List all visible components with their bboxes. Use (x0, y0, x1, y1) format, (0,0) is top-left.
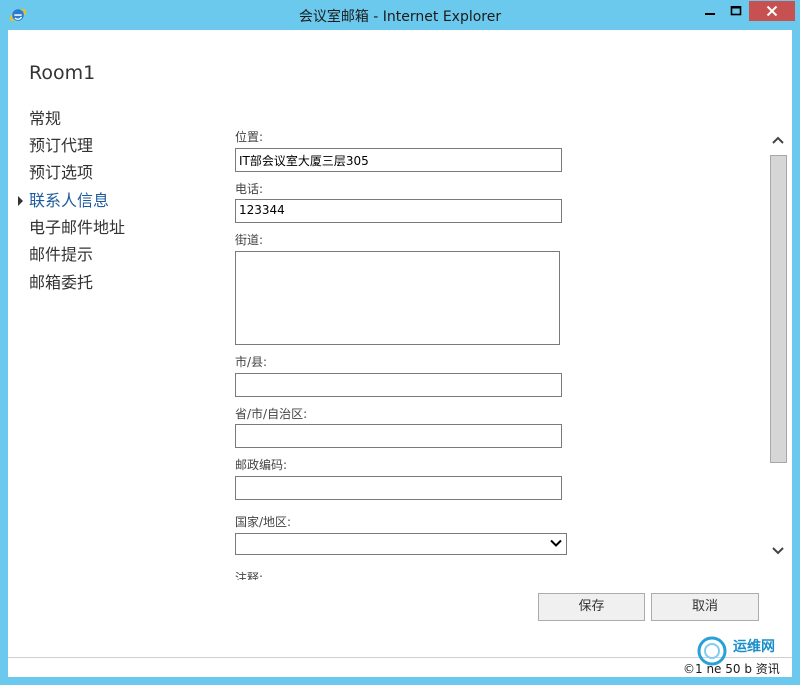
content-area: Room1 常规 预订代理 预订选项 联系人信息 电子邮件地址 邮件提示 邮箱委… (8, 30, 792, 657)
title-bar: 会议室邮箱 - Internet Explorer (0, 0, 800, 30)
close-button[interactable] (749, 1, 795, 21)
minimize-button[interactable] (697, 1, 723, 21)
location-input[interactable]: IT部会议室大厦三层305 (235, 148, 562, 172)
notes-label: 注释: (235, 571, 264, 580)
postal-label: 邮政编码: (235, 458, 288, 472)
close-icon (766, 5, 778, 17)
maximize-button[interactable] (723, 1, 749, 21)
watermark-title: 运维网 (733, 639, 775, 655)
chevron-down-icon (550, 539, 562, 547)
watermark-subtitle: ©1 ne 50 b 资讯 (683, 662, 780, 676)
minimize-icon (705, 13, 715, 15)
contact-form: 位置: IT部会议室大厦三层305 电话: 123344 街道: 市/县: 省/… (8, 120, 768, 580)
watermark: 运维网 ©1 ne 50 b 资讯 (683, 632, 798, 682)
scroll-up-icon[interactable] (771, 135, 785, 145)
country-label: 国家/地区: (235, 515, 292, 529)
city-input[interactable] (235, 373, 562, 397)
page-title: Room1 (29, 62, 96, 84)
phone-input[interactable]: 123344 (235, 199, 562, 223)
window-title: 会议室邮箱 - Internet Explorer (298, 9, 502, 25)
cancel-button[interactable]: 取消 (651, 593, 759, 621)
province-input[interactable] (235, 424, 562, 448)
scrollbar-thumb[interactable] (770, 155, 787, 463)
phone-label: 电话: (235, 182, 264, 196)
province-label: 省/市/自治区: (235, 407, 308, 421)
country-select[interactable] (235, 533, 567, 555)
save-button[interactable]: 保存 (538, 593, 645, 621)
street-textarea[interactable] (235, 251, 560, 345)
postal-input[interactable] (235, 476, 562, 500)
city-label: 市/县: (235, 355, 268, 369)
location-label: 位置: (235, 130, 264, 144)
maximize-icon (730, 5, 742, 16)
street-label: 街道: (235, 233, 264, 247)
status-bar (8, 657, 792, 677)
scroll-down-icon[interactable] (771, 546, 785, 556)
